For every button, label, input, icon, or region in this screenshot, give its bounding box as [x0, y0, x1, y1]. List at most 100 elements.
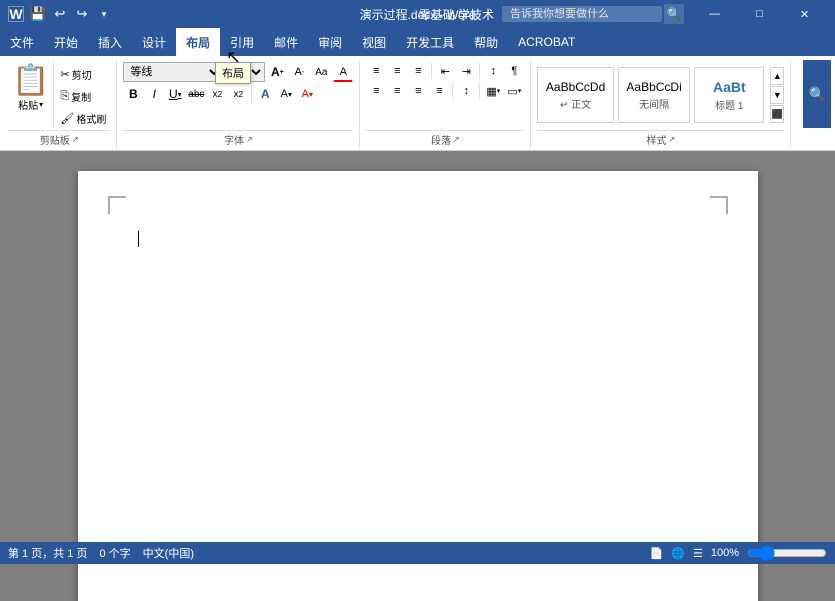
copy-button[interactable]: ⎘ 复制: [56, 86, 110, 106]
style-normal[interactable]: AaBbCcDd ↵ 正文: [537, 67, 613, 123]
view-outline-icon[interactable]: ☰: [693, 547, 703, 560]
customize-qat-button[interactable]: ▾: [94, 4, 114, 24]
justify-button[interactable]: ≡: [429, 82, 449, 100]
redo-button[interactable]: ↪: [72, 4, 92, 24]
ribbon-content: 📋 粘贴▾ ✂ 剪切 ⎘ 复制 🖌 格式刷: [0, 56, 835, 150]
document-title: 演示过程.docx - Word: [360, 6, 476, 23]
font-expand-icon[interactable]: ↗: [246, 135, 253, 144]
tab-file[interactable]: 文件: [0, 28, 44, 56]
page-corner-top-right: [710, 196, 728, 214]
language-info[interactable]: 中文(中国): [143, 545, 194, 561]
clipboard-group-content: 📋 粘贴▾ ✂ 剪切 ⎘ 复制 🖌 格式刷: [8, 62, 110, 128]
border-button[interactable]: ▭▾: [504, 82, 524, 100]
italic-button[interactable]: I: [144, 84, 164, 104]
zoom-slider[interactable]: [747, 548, 827, 558]
tab-design[interactable]: 设计: [132, 28, 176, 56]
search-magnifier-icon: 🔍: [809, 86, 826, 103]
font-color-button[interactable]: A▾: [297, 84, 317, 104]
underline-button[interactable]: U▾: [165, 84, 185, 104]
tab-developer[interactable]: 开发工具: [396, 28, 464, 56]
styles-scroll-down[interactable]: ▼: [770, 86, 784, 104]
shading-icon: ▦: [486, 85, 496, 98]
styles-group: AaBbCcDd ↵ 正文 AaBbCcDi 无间隔 AaBt 标题 1 ▲ ▼: [531, 60, 791, 148]
shrink-font-button[interactable]: A-: [289, 62, 309, 82]
font-size-select[interactable]: 11: [225, 62, 265, 82]
line-spacing-button[interactable]: ↕: [456, 82, 476, 100]
subscript-button[interactable]: x2: [207, 84, 227, 104]
close-button[interactable]: ✕: [782, 0, 827, 28]
styles-expand-icon[interactable]: ↗: [668, 135, 675, 144]
tab-mailing[interactable]: 邮件: [264, 28, 308, 56]
numbering-button[interactable]: ≡: [387, 62, 407, 80]
strikethrough-button[interactable]: abc: [186, 84, 206, 104]
change-case-button[interactable]: Aa: [311, 62, 331, 82]
tab-review[interactable]: 审阅: [308, 28, 352, 56]
tab-insert[interactable]: 插入: [88, 28, 132, 56]
undo-button[interactable]: ↩: [50, 4, 70, 24]
tab-layout[interactable]: 布局: [176, 28, 220, 56]
font-group-label: 字体 ↗: [123, 130, 353, 148]
tab-acrobat[interactable]: ACROBAT: [508, 28, 585, 56]
para-expand-icon[interactable]: ↗: [453, 135, 460, 144]
search-icon[interactable]: 🔍: [664, 4, 684, 24]
style-heading1-label: 标题 1: [715, 97, 743, 112]
minimize-button[interactable]: —: [692, 0, 737, 28]
align-left-button[interactable]: ≡: [366, 82, 386, 100]
text-effect-button[interactable]: A: [255, 84, 275, 104]
copy-icon: ⎘: [60, 90, 69, 103]
text-cursor: [138, 231, 139, 247]
tab-view[interactable]: 视图: [352, 28, 396, 56]
styles-group-label: 样式 ↗: [537, 130, 784, 148]
sort-button[interactable]: ↕: [483, 62, 503, 80]
status-right: 📄 🌐 ☰ 100%: [650, 547, 827, 560]
styles-expand-button[interactable]: ⬛: [770, 105, 784, 123]
find-icon-button[interactable]: 🔍: [803, 60, 831, 128]
editing-group: 🔍 🔍: [791, 60, 831, 148]
cut-button[interactable]: ✂ 剪切: [56, 64, 110, 84]
save-button[interactable]: 💾: [28, 4, 48, 24]
help-search-input[interactable]: [502, 6, 662, 22]
word-count[interactable]: 0 个字: [99, 545, 130, 561]
document-content[interactable]: [138, 221, 698, 247]
tab-home[interactable]: 开始: [44, 28, 88, 56]
document-page[interactable]: [78, 171, 758, 601]
font-group-content: 等线 11 A+ A- Aa A B I U▾ abc x2 x2: [123, 62, 353, 128]
title-bar: W 💾 ↩ ↪ ▾ 演示过程.docx - Word 零基础 学技术 🔍 — □…: [0, 0, 835, 28]
document-area: [0, 151, 835, 601]
tab-help[interactable]: 帮助: [464, 28, 508, 56]
multilevel-button[interactable]: ≡: [408, 62, 428, 80]
view-web-icon[interactable]: 🌐: [671, 547, 685, 560]
font-style-row: B I U▾ abc x2 x2 A A▾ A▾: [123, 84, 353, 104]
font-name-select[interactable]: 等线: [123, 62, 223, 82]
decrease-indent-button[interactable]: ⇤: [435, 62, 455, 80]
view-print-icon[interactable]: 📄: [650, 547, 664, 560]
styles-scroll-up[interactable]: ▲: [770, 67, 784, 85]
page-corner-top-left: [108, 196, 126, 214]
paste-label: 粘贴▾: [18, 97, 43, 112]
grow-font-button[interactable]: A+: [267, 62, 287, 82]
highlight-button[interactable]: A▾: [276, 84, 296, 104]
status-bar: 第 1 页，共 1 页 0 个字 中文(中国) 📄 🌐 ☰ 100%: [0, 542, 835, 564]
style-heading1[interactable]: AaBt 标题 1: [694, 67, 764, 123]
style-no-spacing[interactable]: AaBbCcDi 无间隔: [618, 67, 691, 123]
bold-button[interactable]: B: [123, 84, 143, 104]
para-row2: ≡ ≡ ≡ ≡ ↕ ▦▾ ▭▾: [366, 82, 524, 100]
maximize-button[interactable]: □: [737, 0, 782, 28]
clipboard-expand-icon[interactable]: ↗: [72, 135, 79, 144]
tab-references[interactable]: 引用: [220, 28, 264, 56]
paste-button[interactable]: 📋 粘贴▾: [8, 62, 54, 128]
show-marks-button[interactable]: ¶: [504, 62, 524, 80]
shading-button[interactable]: ▦▾: [483, 82, 503, 100]
format-painter-button[interactable]: 🖌 格式刷: [56, 108, 110, 128]
increase-indent-button[interactable]: ⇥: [456, 62, 476, 80]
styles-group-content: AaBbCcDd ↵ 正文 AaBbCcDi 无间隔 AaBt 标题 1 ▲ ▼: [537, 62, 784, 128]
bullets-button[interactable]: ≡: [366, 62, 386, 80]
scissors-icon: ✂: [60, 68, 69, 81]
align-center-button[interactable]: ≡: [387, 82, 407, 100]
align-right-button[interactable]: ≡: [408, 82, 428, 100]
word-icon: W: [8, 6, 24, 22]
clear-format-button[interactable]: A: [333, 62, 353, 82]
page-info[interactable]: 第 1 页，共 1 页: [8, 545, 87, 561]
superscript-button[interactable]: x2: [228, 84, 248, 104]
para-row1: ≡ ≡ ≡ ⇤ ⇥ ↕ ¶: [366, 62, 524, 80]
